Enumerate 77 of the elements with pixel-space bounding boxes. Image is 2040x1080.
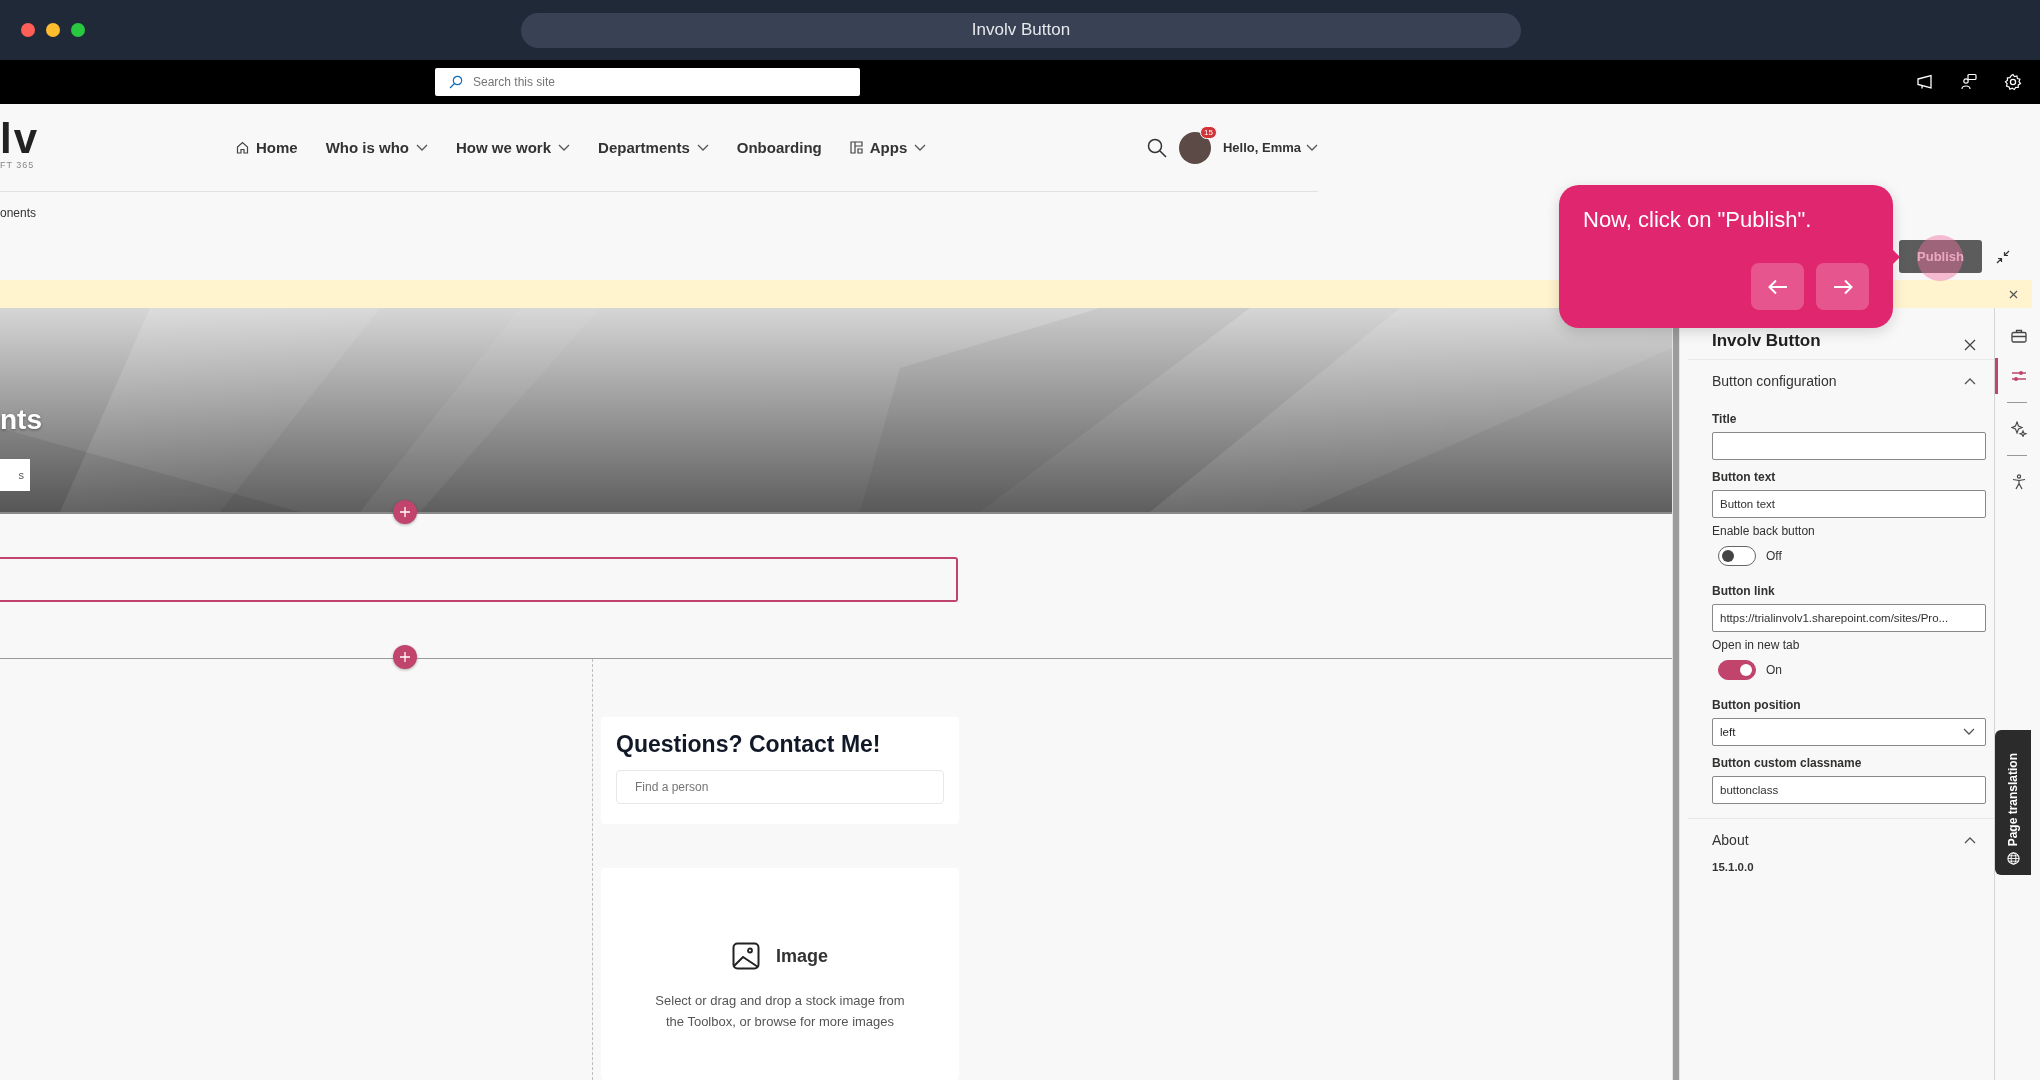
arrow-left-icon <box>1767 278 1788 295</box>
text-field[interactable]: Button text <box>1712 490 1986 518</box>
panel-title: Involv Button <box>1712 331 1821 351</box>
nav-item[interactable]: Apps <box>849 139 927 156</box>
add-section-button[interactable] <box>393 645 417 669</box>
toggle-label: Enable back button <box>1712 524 1816 538</box>
toggle-switch[interactable] <box>1718 660 1756 680</box>
plus-icon <box>400 507 410 517</box>
user-menu[interactable]: Hello, Emma <box>1222 140 1318 155</box>
toggle-state: Off <box>1766 549 1782 563</box>
megaphone-icon[interactable] <box>1916 74 1934 90</box>
text-field[interactable]: buttonclass <box>1712 776 1986 804</box>
apps-icon <box>849 141 863 154</box>
site-logo[interactable]: lv <box>0 118 236 160</box>
image-description: Select or drag and drop a stock image from the Toolbox, or browse for more images <box>654 992 906 1031</box>
scrollbar-thumb[interactable] <box>1673 328 1679 1080</box>
section-header[interactable]: Button configuration <box>1712 360 1976 402</box>
hero-title: nts <box>0 404 42 436</box>
briefcase-icon <box>2010 329 2027 343</box>
back-button[interactable] <box>1751 263 1804 310</box>
close-button[interactable] <box>1964 339 1976 351</box>
window-title: Involv Button <box>521 12 1521 48</box>
nav-item[interactable]: Departments <box>598 139 709 156</box>
section-header[interactable]: About <box>1712 819 1976 861</box>
image-title: Image <box>776 945 828 967</box>
page-translation-tab[interactable]: Page translation <box>1995 730 2031 875</box>
field-label: Button position <box>1712 698 1802 712</box>
sliders-icon <box>2010 369 2027 383</box>
minimize-window-button[interactable] <box>46 23 60 37</box>
search-icon[interactable] <box>1146 137 1167 158</box>
chat-icon[interactable] <box>1960 73 1978 91</box>
close-window-button[interactable] <box>21 23 35 37</box>
toggle-switch[interactable] <box>1718 546 1756 566</box>
text-field[interactable] <box>1712 432 1986 460</box>
selected-webpart[interactable] <box>0 557 958 602</box>
image-icon <box>732 942 760 970</box>
sparkle-icon <box>2010 421 2027 437</box>
notification-badge: 15 <box>1200 125 1217 139</box>
add-section-button[interactable] <box>393 500 417 524</box>
field-label: Button link <box>1712 584 1776 598</box>
nav-item[interactable]: How we work <box>456 139 571 156</box>
card-title: Questions? Contact Me! <box>616 731 882 758</box>
arrow-right-icon <box>1832 278 1853 295</box>
plus-icon <box>400 652 410 662</box>
chevron-down-icon <box>1306 143 1318 152</box>
text-field[interactable]: https://trialinvolv1.sharepoint.com/sites/Pro... <box>1712 604 1986 632</box>
dropdown[interactable]: left <box>1712 718 1986 746</box>
search-field[interactable]: Search this site <box>435 68 860 96</box>
nav-item[interactable]: Home <box>236 139 298 156</box>
chevron-up-icon <box>1964 377 1976 385</box>
settings-icon[interactable] <box>2004 73 2022 91</box>
click-highlight <box>1917 235 1963 281</box>
field-label: Button text <box>1712 470 1777 484</box>
accessibility-icon <box>2010 474 2027 490</box>
tooltip-text: Now, click on "Publish". <box>1583 207 1813 233</box>
toggle-state: On <box>1766 663 1782 677</box>
avatar[interactable] <box>1178 131 1211 164</box>
field-label: Title <box>1712 412 1738 426</box>
nav-item[interactable]: Onboarding <box>736 139 822 156</box>
chevron-up-icon <box>1964 836 1976 844</box>
close-icon[interactable] <box>2009 289 2018 299</box>
next-button[interactable] <box>1816 263 1869 310</box>
version-number: 15.1.0.0 <box>1712 861 1755 873</box>
logo-caption: FT 365 <box>0 160 36 170</box>
chevron-down-icon <box>1963 728 1975 736</box>
search-icon <box>449 75 463 89</box>
people-search-field[interactable]: Find a person <box>616 770 944 804</box>
breadcrumb[interactable]: onents <box>0 192 37 220</box>
nav-item[interactable]: Who is who <box>325 139 428 156</box>
close-icon <box>1964 339 1976 351</box>
toggle-label: Open in new tab <box>1712 638 1801 652</box>
collapse-icon[interactable] <box>1996 249 2010 264</box>
field-label: Button custom classname <box>1712 756 1863 770</box>
hero-button[interactable]: s <box>0 459 30 491</box>
home-icon <box>236 141 249 154</box>
globe-icon <box>2006 852 2020 865</box>
maximize-window-button[interactable] <box>71 23 85 37</box>
